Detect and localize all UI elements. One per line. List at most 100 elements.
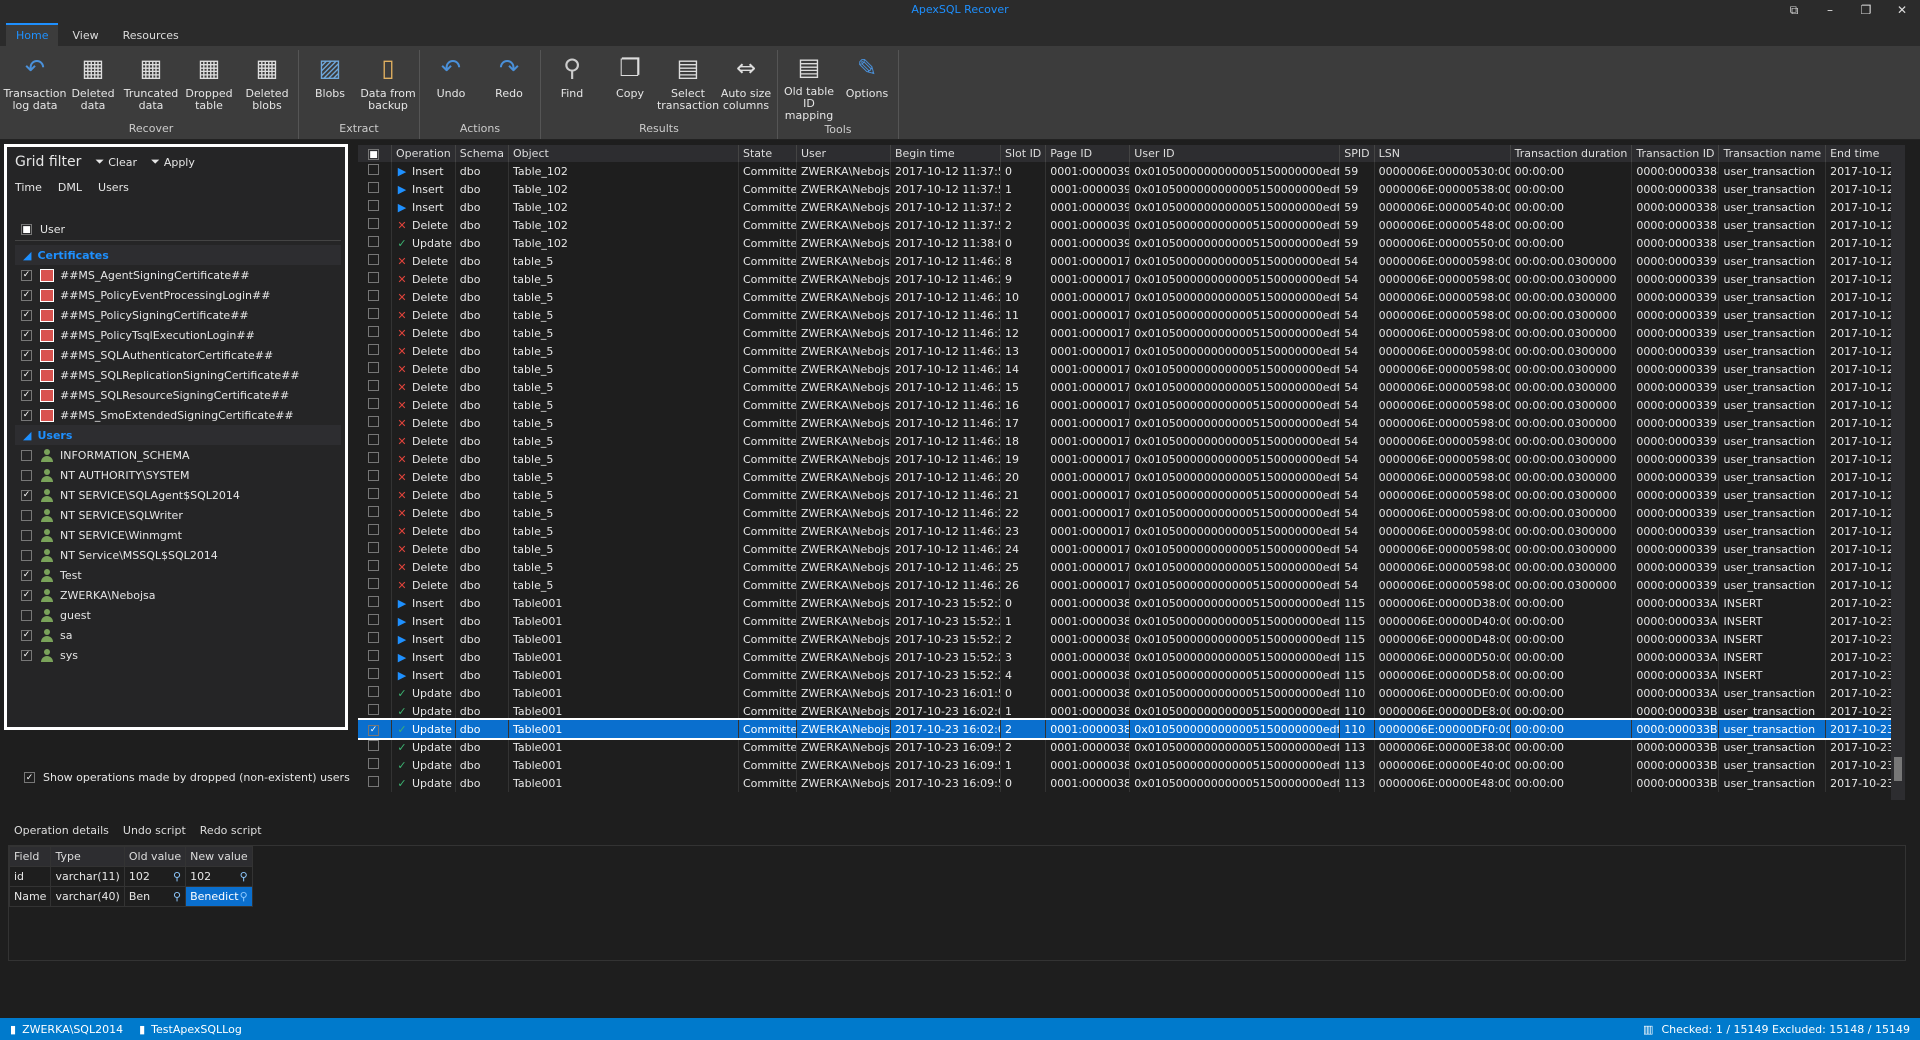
undo-button[interactable]: ↶ Undo [422, 50, 480, 121]
dropped-table-button[interactable]: ▦ Dropped table [180, 50, 238, 121]
column-header-lsn[interactable]: LSN [1374, 145, 1511, 162]
checkbox[interactable] [21, 449, 32, 461]
table-row[interactable]: ✓ ✓ UpdatedboTable001CommittedZWERKA\Neboj… [358, 718, 1905, 740]
user-item[interactable]: guest [15, 605, 341, 625]
checkbox[interactable] [368, 416, 379, 427]
checkbox[interactable] [368, 542, 379, 553]
certificate-item[interactable]: ✓ ##MS_PolicyTsqlExecutionLogin## [15, 325, 341, 345]
details-cell-new-value[interactable]: Benedict ⚲ [185, 886, 253, 907]
select-transaction-button[interactable]: ▤ Select transaction [657, 50, 719, 121]
clear-filter-button[interactable]: ⏷ Clear [95, 155, 137, 169]
vertical-scrollbar[interactable] [1891, 145, 1905, 800]
truncated-data-button[interactable]: ▦ Truncated data [122, 50, 180, 121]
users-group[interactable]: ◢ Users [15, 425, 341, 445]
column-header-transaction-name[interactable]: Transaction name [1718, 145, 1827, 162]
row-checkbox-cell[interactable] [358, 756, 392, 774]
user-item[interactable]: NT Service\MSSQL$SQL2014 [15, 545, 341, 565]
checkbox[interactable] [368, 164, 379, 175]
row-checkbox-cell[interactable] [358, 414, 392, 432]
details-header-type[interactable]: Type [50, 846, 125, 867]
checkbox[interactable] [368, 668, 379, 679]
checkbox[interactable] [21, 529, 32, 541]
deleted-data-button[interactable]: ▦ Deleted data [64, 50, 122, 121]
table-row[interactable]: ✕ Delete dbotable_5CommittedZWERKA\Nebojsa… [358, 504, 1905, 522]
tab-operation-details[interactable]: Operation details [14, 824, 109, 837]
column-header-user-id[interactable]: User ID [1129, 145, 1341, 162]
restore-icon[interactable]: ⧉ [1776, 0, 1812, 20]
checkbox[interactable] [368, 308, 379, 319]
certificates-group[interactable]: ◢ Certificates [15, 245, 341, 265]
row-checkbox-cell[interactable] [358, 612, 392, 630]
apply-filter-button[interactable]: ⏷ Apply [151, 155, 195, 169]
column-header-page-id[interactable]: Page ID [1045, 145, 1131, 162]
row-checkbox-cell[interactable] [358, 306, 392, 324]
certificate-item[interactable]: ✓ ##MS_SQLAuthenticatorCertificate## [15, 345, 341, 365]
user-item[interactable]: NT SERVICE\SQLWriter [15, 505, 341, 525]
checkbox[interactable] [368, 758, 379, 769]
table-row[interactable]: ✕ Delete dbotable_5CommittedZWERKA\Nebojsa… [358, 396, 1905, 414]
row-checkbox-cell[interactable] [358, 576, 392, 594]
details-cell-old-value[interactable]: Ben ⚲ [123, 886, 187, 907]
checkbox[interactable]: ✓ [21, 289, 32, 301]
table-row[interactable]: ✓ UpdatedboTable_102CommittedZWERKA\Neboj… [358, 234, 1905, 252]
table-row[interactable]: ✕ Delete dbotable_5CommittedZWERKA\Nebojsa… [358, 450, 1905, 468]
checkbox[interactable] [368, 398, 379, 409]
checkbox[interactable] [368, 380, 379, 391]
certificate-item[interactable]: ✓ ##MS_PolicyEventProcessingLogin## [15, 285, 341, 305]
checkbox[interactable] [368, 614, 379, 625]
checkbox[interactable] [368, 776, 379, 787]
checkbox[interactable] [368, 218, 379, 229]
checkbox[interactable] [368, 236, 379, 247]
checkbox[interactable] [368, 326, 379, 337]
table-row[interactable]: ✕ Delete dbotable_5CommittedZWERKA\Nebojsa… [358, 540, 1905, 558]
checkbox[interactable]: ✓ [21, 649, 32, 661]
table-row[interactable]: ✕ Delete dbotable_5CommittedZWERKA\Nebojsa… [358, 468, 1905, 486]
magnifier-icon[interactable]: ⚲ [240, 890, 248, 903]
details-cell-new-value[interactable]: 102 ⚲ [185, 866, 253, 887]
certificate-item[interactable]: ✓ ##MS_AgentSigningCertificate## [15, 265, 341, 285]
magnifier-icon[interactable]: ⚲ [173, 890, 181, 903]
table-row[interactable]: ✓ UpdatedboTable001CommittedZWERKA\Nebojs… [358, 756, 1905, 774]
checkbox[interactable]: ✓ [368, 724, 379, 736]
table-row[interactable]: ✕ Delete dbotable_5CommittedZWERKA\Nebojsa… [358, 342, 1905, 360]
old-table-id-mapping-button[interactable]: ▤ Old table ID mapping [780, 50, 838, 122]
checkbox[interactable]: ✓ [21, 389, 32, 401]
row-checkbox-cell[interactable] [358, 486, 392, 504]
maximize-icon[interactable]: ❐ [1848, 0, 1884, 20]
checkbox[interactable]: ✓ [21, 269, 32, 281]
details-row[interactable]: id varchar(11) 102 ⚲ 102 ⚲ [8, 866, 253, 887]
row-checkbox-cell[interactable] [358, 702, 392, 720]
checkbox[interactable]: ✓ [21, 629, 32, 641]
checkbox[interactable] [368, 272, 379, 283]
row-checkbox-cell[interactable] [358, 630, 392, 648]
certificate-item[interactable]: ✓ ##MS_PolicySigningCertificate## [15, 305, 341, 325]
certificate-item[interactable]: ✓ ##MS_SQLResourceSigningCertificate## [15, 385, 341, 405]
details-row[interactable]: Name varchar(40) Ben ⚲ Benedict ⚲ [8, 886, 253, 907]
row-checkbox-cell[interactable] [358, 432, 392, 450]
column-header-transaction-duration[interactable]: Transaction duration [1510, 145, 1633, 162]
checkbox[interactable] [368, 704, 379, 715]
checkbox[interactable] [368, 560, 379, 571]
row-checkbox-cell[interactable] [358, 684, 392, 702]
checkbox[interactable]: ✓ [21, 309, 32, 321]
table-row[interactable]: ✓ UpdatedboTable001CommittedZWERKA\Nebojs… [358, 684, 1905, 702]
table-row[interactable]: ✕ Delete dbotable_5CommittedZWERKA\Nebojsa… [358, 270, 1905, 288]
checkbox[interactable]: ✓ [21, 489, 32, 501]
row-checkbox-cell[interactable] [358, 666, 392, 684]
row-checkbox-cell[interactable] [358, 234, 392, 252]
row-checkbox-cell[interactable] [358, 198, 392, 216]
filter-tab-users[interactable]: Users [98, 181, 129, 195]
minimize-icon[interactable]: – [1812, 0, 1848, 20]
table-row[interactable]: ✓ UpdatedboTable001CommittedZWERKA\Nebojs… [358, 738, 1905, 756]
row-checkbox-cell[interactable] [358, 504, 392, 522]
checkbox[interactable] [368, 344, 379, 355]
checkbox[interactable] [368, 686, 379, 697]
row-checkbox-cell[interactable] [358, 270, 392, 288]
column-header-schema[interactable]: Schema [455, 145, 509, 162]
user-item[interactable]: NT AUTHORITY\SYSTEM [15, 465, 341, 485]
checkbox[interactable] [368, 650, 379, 661]
checkbox[interactable] [368, 488, 379, 499]
checkbox[interactable]: ✓ [21, 349, 32, 361]
column-header-operation[interactable]: Operation [391, 145, 456, 162]
row-checkbox-cell[interactable] [358, 558, 392, 576]
